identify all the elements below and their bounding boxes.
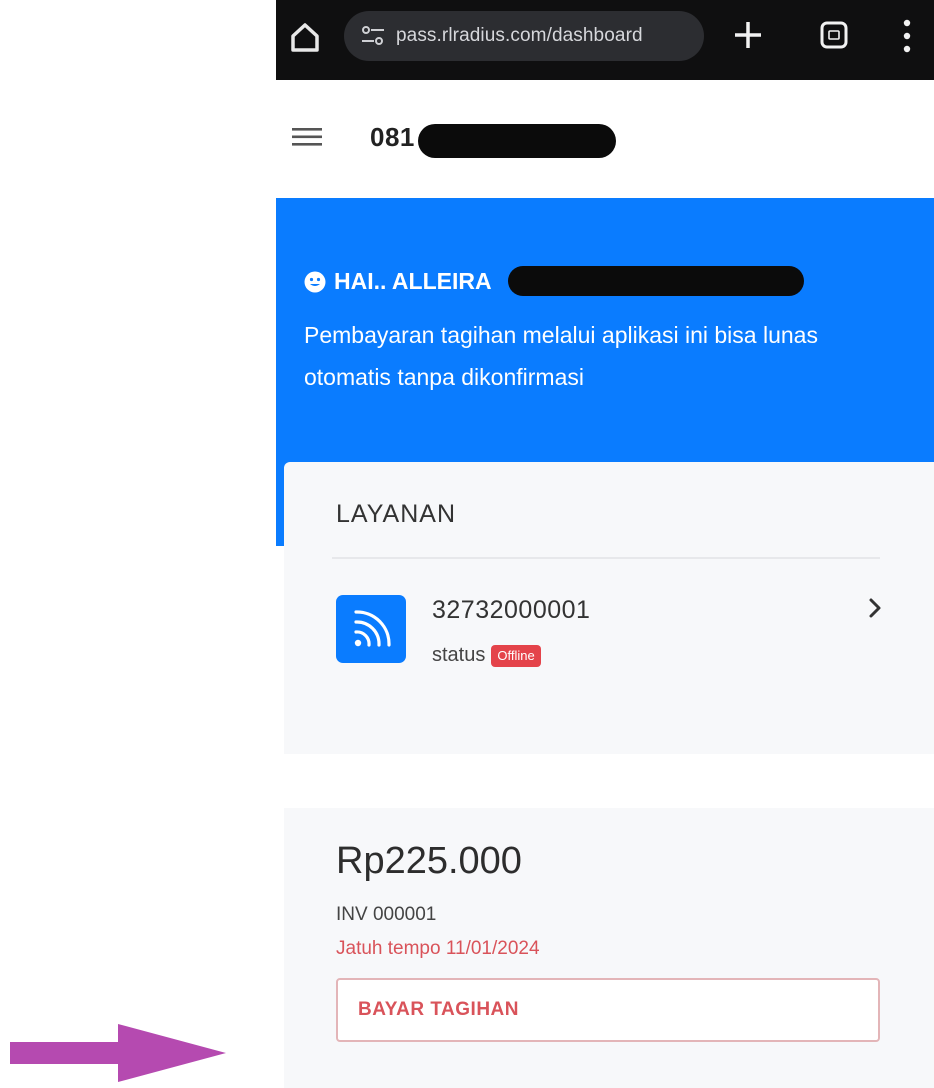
tabs-icon[interactable]	[819, 20, 849, 50]
smile-icon	[304, 271, 326, 292]
wifi-icon	[336, 595, 406, 663]
new-tab-icon[interactable]	[731, 18, 765, 52]
service-id: 32732000001	[432, 596, 591, 624]
layanan-card: LAYANAN 32732000001 status Offline	[284, 462, 934, 754]
home-icon[interactable]	[288, 20, 322, 54]
more-vert-icon[interactable]	[900, 16, 914, 56]
layanan-title: LAYANAN	[336, 500, 457, 528]
address-bar[interactable]: pass.rlradius.com/dashboard	[344, 11, 704, 61]
invoice-due-date: Jatuh tempo 11/01/2024	[336, 938, 540, 959]
phone-screen: pass.rlradius.com/dashboard 081 HAI.. AL…	[276, 0, 934, 1088]
invoice-amount: Rp225.000	[336, 840, 522, 882]
hero-message: Pembayaran tagihan melalui aplikasi ini …	[304, 322, 818, 390]
greeting: HAI.. ALLEIRA	[304, 268, 492, 295]
invoice-card: Rp225.000 INV 000001 Jatuh tempo 11/01/2…	[284, 808, 934, 1088]
arrow-right-icon	[10, 1024, 226, 1082]
hamburger-icon[interactable]	[292, 127, 322, 147]
chevron-right-icon[interactable]	[866, 596, 884, 620]
pay-bill-button[interactable]: BAYAR TAGIHAN	[336, 978, 880, 1042]
invoice-number: INV 000001	[336, 904, 437, 925]
status-label: status	[432, 644, 486, 666]
tune-icon[interactable]	[360, 25, 386, 47]
screenshot-stage: pass.rlradius.com/dashboard 081 HAI.. AL…	[0, 0, 934, 1088]
app-header: 081	[276, 80, 934, 198]
redaction-bar	[418, 124, 616, 158]
service-status: status Offline	[432, 644, 541, 667]
redaction-bar	[508, 266, 804, 296]
browser-toolbar: pass.rlradius.com/dashboard	[276, 0, 934, 80]
account-phone-number: 081	[370, 122, 415, 152]
divider	[332, 557, 880, 559]
greeting-text: HAI.. ALLEIRA	[334, 268, 492, 294]
status-badge: Offline	[491, 644, 541, 667]
service-list-item[interactable]: 32732000001 status Offline	[284, 572, 934, 692]
url-text: pass.rlradius.com/dashboard	[396, 25, 643, 46]
